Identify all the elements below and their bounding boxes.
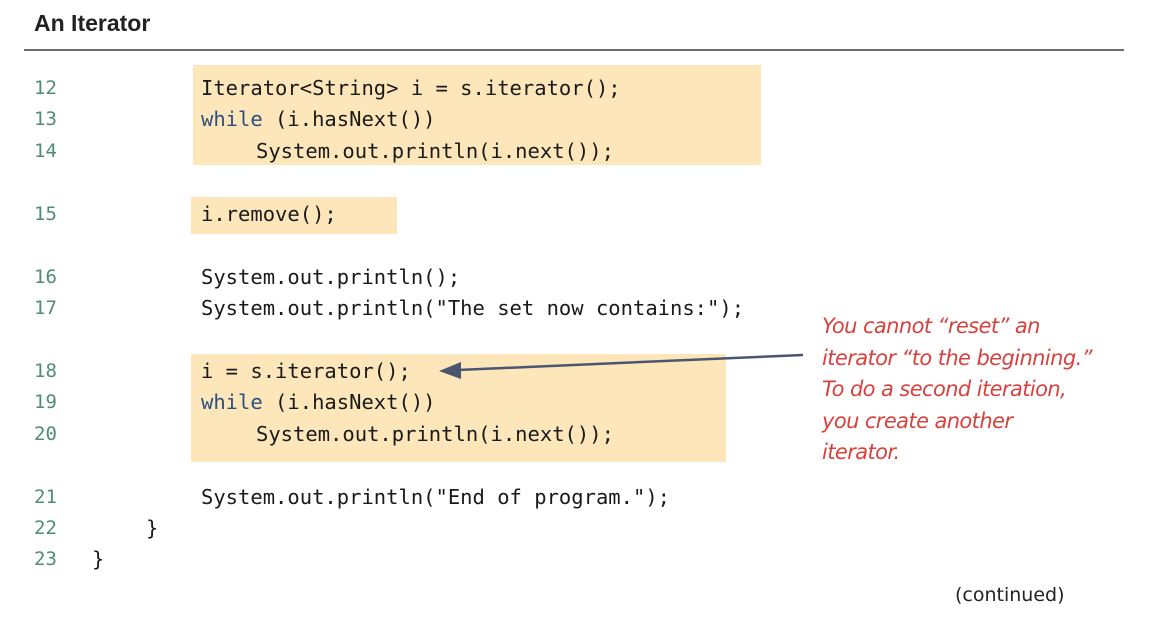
arrow-head: [439, 362, 461, 379]
annotation-line: To do a second iteration,: [822, 377, 1067, 401]
annotation-note: You cannot “reset” an iterator “to the b…: [822, 311, 1132, 469]
arrow-shaft: [457, 353, 804, 372]
continued-label: (continued): [955, 584, 1065, 606]
annotation-line: iterator “to the beginning.”: [822, 345, 1093, 370]
annotation-line: iterator.: [822, 440, 900, 464]
annotation-line: you create another: [822, 408, 1013, 433]
annotation-line: You cannot “reset” an: [822, 314, 1040, 338]
